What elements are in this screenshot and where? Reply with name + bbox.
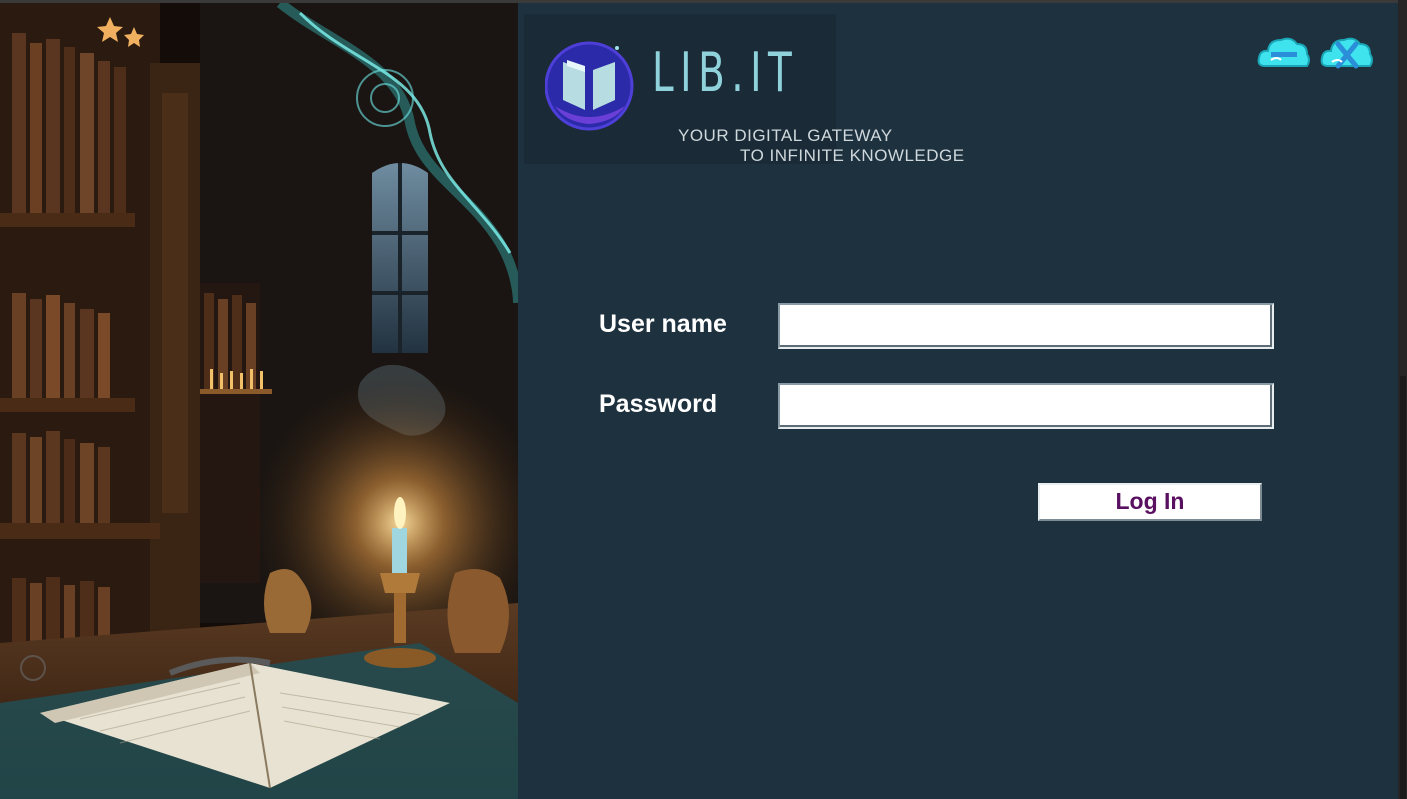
library-illustration [0,3,518,799]
password-input[interactable] [778,383,1274,429]
username-input[interactable] [778,303,1274,349]
book-logo-icon [545,41,634,131]
tagline-line-2: TO INFINITE KNOWLEDGE [740,146,965,165]
username-label: User name [599,310,727,338]
minimize-cloud-icon [1257,37,1310,67]
app-logo-text: LIB.IT [652,41,799,104]
tagline-line-1: YOUR DIGITAL GATEWAY [678,126,893,145]
login-window: LIB.IT YOUR DIGITAL GATEWAY TO INFINITE … [0,0,1407,799]
scrollbar-track[interactable] [1398,0,1407,799]
close-cloud-icon [1320,37,1373,69]
minimize-button[interactable] [1257,30,1311,74]
password-label: Password [599,390,718,418]
login-button[interactable]: Log In [1038,483,1262,521]
scrollbar-thumb[interactable] [1400,376,1406,799]
close-button[interactable] [1320,30,1374,74]
